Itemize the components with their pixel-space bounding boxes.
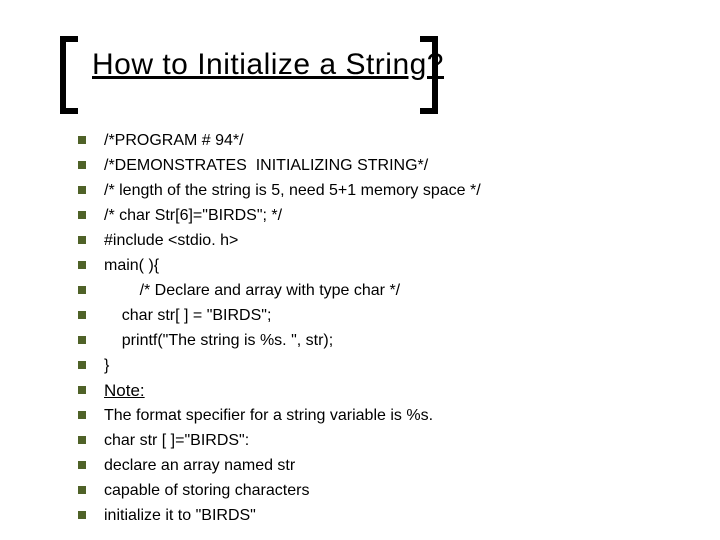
slide: How to Initialize a String? /*PROGRAM # …: [0, 0, 720, 540]
list-item: main( ){: [78, 255, 678, 276]
note-label: Note:: [104, 380, 678, 401]
square-bullet-icon: [78, 411, 86, 419]
list-item-text: The format specifier for a string variab…: [104, 405, 678, 426]
list-item: initialize it to "BIRDS": [78, 505, 678, 526]
square-bullet-icon: [78, 486, 86, 494]
list-item: The format specifier for a string variab…: [78, 405, 678, 426]
list-item-text: #include <stdio. h>: [104, 230, 678, 251]
list-item: printf("The string is %s. ", str);: [78, 330, 678, 351]
list-item-text: /* length of the string is 5, need 5+1 m…: [104, 180, 678, 201]
square-bullet-icon: [78, 311, 86, 319]
square-bullet-icon: [78, 461, 86, 469]
list-item-text: declare an array named str: [104, 455, 678, 476]
square-bullet-icon: [78, 361, 86, 369]
list-item-text: capable of storing characters: [104, 480, 678, 501]
square-bullet-icon: [78, 386, 86, 394]
list-item: char str[ ] = "BIRDS";: [78, 305, 678, 326]
list-item-text: main( ){: [104, 255, 678, 276]
list-item: /* Declare and array with type char */: [78, 280, 678, 301]
square-bullet-icon: [78, 511, 86, 519]
square-bullet-icon: [78, 161, 86, 169]
list-item-text: }: [104, 355, 678, 376]
slide-title: How to Initialize a String?: [92, 48, 444, 82]
list-item: capable of storing characters: [78, 480, 678, 501]
list-item-text: /*PROGRAM # 94*/: [104, 130, 678, 151]
square-bullet-icon: [78, 286, 86, 294]
list-item: char str [ ]="BIRDS":: [78, 430, 678, 451]
title-bracket-left: [60, 36, 78, 114]
list-item: /* length of the string is 5, need 5+1 m…: [78, 180, 678, 201]
list-item-text: char str[ ] = "BIRDS";: [104, 305, 678, 326]
list-item-text: /*DEMONSTRATES INITIALIZING STRING*/: [104, 155, 678, 176]
list-item-text: /* Declare and array with type char */: [104, 280, 678, 301]
list-item: #include <stdio. h>: [78, 230, 678, 251]
list-item: /* char Str[6]="BIRDS"; */: [78, 205, 678, 226]
square-bullet-icon: [78, 211, 86, 219]
slide-body: /*PROGRAM # 94*/ /*DEMONSTRATES INITIALIZ…: [78, 130, 678, 530]
list-item: /*DEMONSTRATES INITIALIZING STRING*/: [78, 155, 678, 176]
list-item-text: printf("The string is %s. ", str);: [104, 330, 678, 351]
square-bullet-icon: [78, 186, 86, 194]
square-bullet-icon: [78, 261, 86, 269]
list-item-text: initialize it to "BIRDS": [104, 505, 678, 526]
list-item-text: char str [ ]="BIRDS":: [104, 430, 678, 451]
list-item: Note:: [78, 380, 678, 401]
square-bullet-icon: [78, 236, 86, 244]
title-bracket-right: [420, 36, 438, 114]
list-item: declare an array named str: [78, 455, 678, 476]
square-bullet-icon: [78, 136, 86, 144]
list-item-text: /* char Str[6]="BIRDS"; */: [104, 205, 678, 226]
list-item: }: [78, 355, 678, 376]
square-bullet-icon: [78, 436, 86, 444]
square-bullet-icon: [78, 336, 86, 344]
list-item: /*PROGRAM # 94*/: [78, 130, 678, 151]
